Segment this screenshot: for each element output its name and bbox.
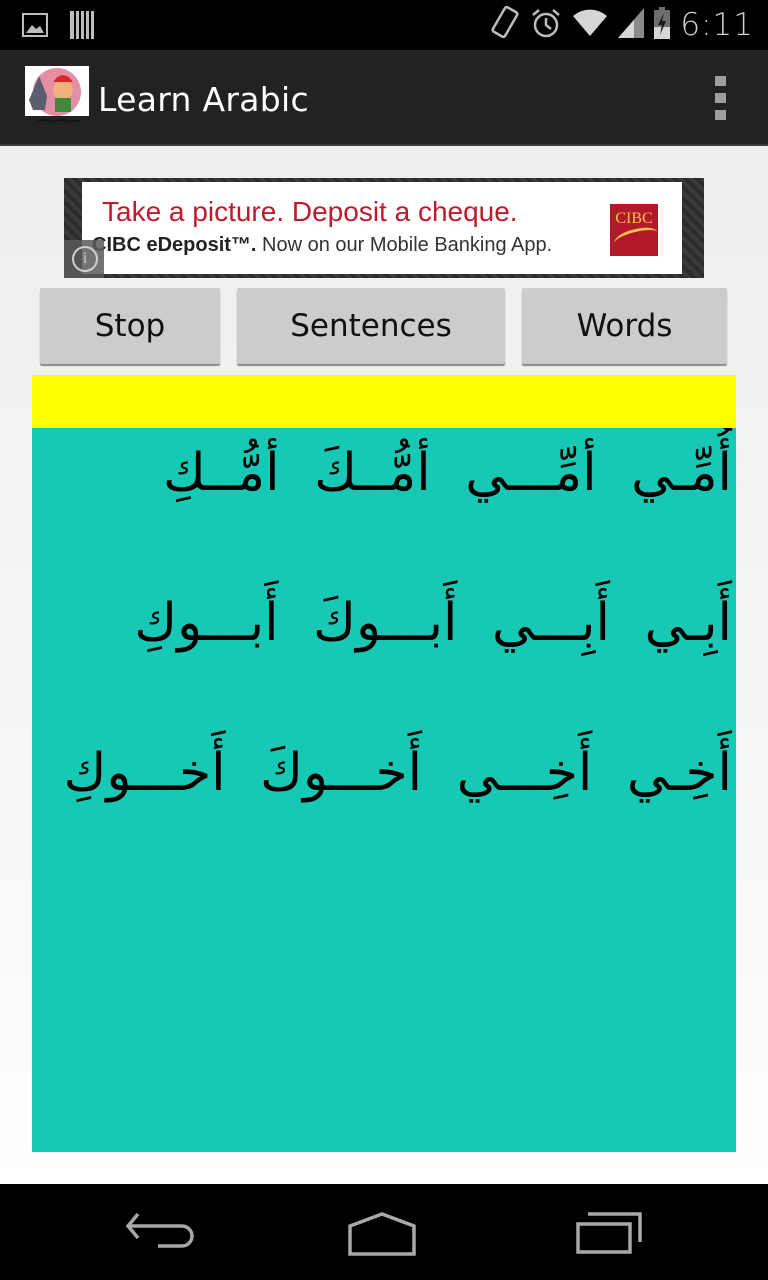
recent-apps-icon — [576, 1212, 642, 1254]
overflow-menu-button[interactable] — [712, 76, 728, 120]
picture-notification-icon — [22, 13, 48, 42]
highlight-bar — [32, 375, 736, 428]
stop-button[interactable]: Stop — [40, 288, 220, 364]
learn-arabic-app-icon[interactable] — [25, 66, 89, 128]
sentences-button[interactable]: Sentences — [237, 288, 505, 364]
cibc-logo-text: CIBC — [615, 210, 653, 227]
wifi-icon — [572, 8, 608, 43]
home-button[interactable] — [342, 1210, 422, 1256]
ad-subline-brand: CIBC eDeposit™. — [92, 234, 257, 256]
overflow-menu-icon — [714, 76, 726, 86]
ad-creative[interactable]: Take a picture. Deposit a cheque. CIBC e… — [82, 182, 682, 274]
back-icon — [125, 1212, 194, 1248]
home-icon — [348, 1212, 416, 1256]
arabic-text-panel[interactable]: أُمِّـي أمِّـــي أمُّــكَ أمُّــكِ أَبِـ… — [32, 428, 736, 1152]
ad-banner[interactable]: Take a picture. Deposit a cheque. CIBC e… — [64, 178, 704, 278]
navigation-bar — [0, 1184, 768, 1280]
overflow-dot — [714, 93, 726, 103]
overflow-dot — [714, 110, 726, 120]
battery-charging-icon — [654, 6, 671, 44]
ad-subline: CIBC eDeposit™. Now on our Mobile Bankin… — [92, 234, 552, 257]
cibc-logo: CIBC — [610, 204, 658, 256]
alarm-icon — [530, 7, 562, 44]
ad-info-button[interactable]: i — [64, 240, 104, 278]
ad-headline: Take a picture. Deposit a cheque. — [102, 196, 518, 227]
cibc-swoosh-icon — [612, 223, 658, 252]
cell-signal-icon — [618, 7, 645, 43]
main-content: Take a picture. Deposit a cheque. CIBC e… — [0, 146, 768, 1184]
back-button[interactable] — [120, 1210, 200, 1256]
clock: 6:11 — [680, 7, 754, 43]
status-bar: 6:11 — [0, 0, 768, 50]
screen-rotation-icon — [490, 5, 520, 45]
ad-subline-text: Now on our Mobile Banking App. — [256, 234, 553, 256]
app-title: Learn Arabic — [98, 80, 309, 119]
recent-apps-button[interactable] — [568, 1210, 648, 1256]
info-icon: i — [72, 246, 98, 272]
barcode-notification-icon — [70, 11, 94, 44]
words-button[interactable]: Words — [522, 288, 727, 364]
arabic-text: أُمِّـي أمِّـــي أمُّــكَ أمُّــكِ أَبِـ… — [63, 443, 732, 803]
action-bar: Learn Arabic — [0, 50, 768, 146]
